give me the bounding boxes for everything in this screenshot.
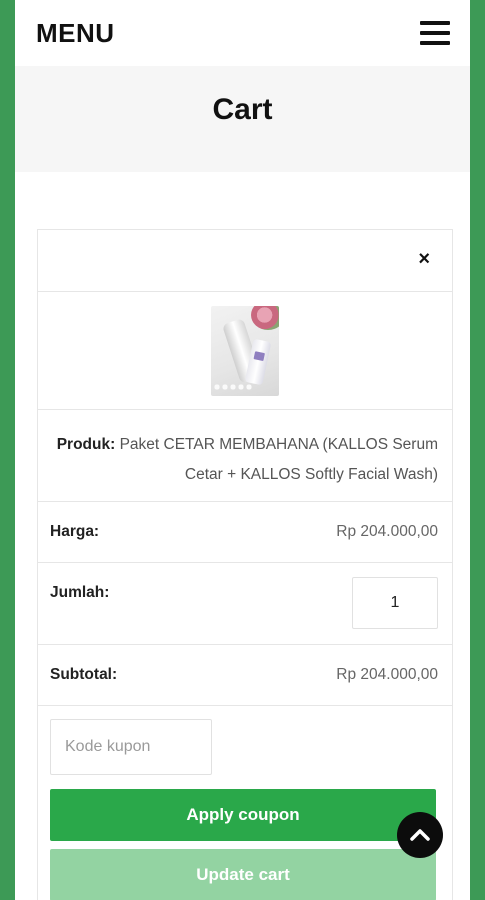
scroll-to-top-button[interactable] bbox=[397, 812, 443, 858]
update-cart-button[interactable]: Update cart bbox=[50, 849, 436, 900]
chevron-up-icon bbox=[410, 829, 430, 841]
coupon-row: Kode kupon Apply coupon Update cart bbox=[38, 706, 452, 900]
cart-table: × Produk: Paket CETAR MEMBAHANA (KALLOS … bbox=[37, 229, 453, 900]
remove-row: × bbox=[38, 230, 452, 292]
subtotal-row: Subtotal: Rp 204.000,00 bbox=[38, 645, 452, 706]
product-row: Produk: Paket CETAR MEMBAHANA (KALLOS Se… bbox=[38, 410, 452, 502]
page-header: Cart bbox=[15, 66, 470, 172]
price-value: Rp 204.000,00 bbox=[336, 523, 438, 540]
quantity-label: Jumlah: bbox=[50, 584, 110, 601]
product-thumbnail[interactable] bbox=[211, 305, 279, 396]
page-title: Cart bbox=[212, 93, 273, 126]
hamburger-icon[interactable] bbox=[420, 21, 450, 45]
product-name-link[interactable]: Paket CETAR MEMBAHANA (KALLOS Serum Ceta… bbox=[120, 436, 438, 483]
product-label: Produk: bbox=[56, 436, 116, 453]
close-icon[interactable]: × bbox=[418, 249, 430, 269]
coupon-code-input[interactable]: Kode kupon bbox=[50, 719, 212, 775]
menu-label[interactable]: MENU bbox=[36, 18, 115, 49]
apply-coupon-button[interactable]: Apply coupon bbox=[50, 789, 436, 841]
price-label: Harga: bbox=[50, 523, 100, 540]
price-row: Harga: Rp 204.000,00 bbox=[38, 502, 452, 563]
subtotal-value: Rp 204.000,00 bbox=[336, 666, 438, 683]
thumbnail-row bbox=[38, 292, 452, 410]
subtotal-label: Subtotal: bbox=[50, 666, 118, 683]
page-frame: MENU Cart × Produk: Paket CETAR MEMBAHAN… bbox=[15, 0, 470, 900]
quantity-input[interactable]: 1 bbox=[352, 577, 438, 629]
top-bar: MENU bbox=[15, 0, 470, 66]
quantity-row: Jumlah: 1 bbox=[38, 563, 452, 645]
